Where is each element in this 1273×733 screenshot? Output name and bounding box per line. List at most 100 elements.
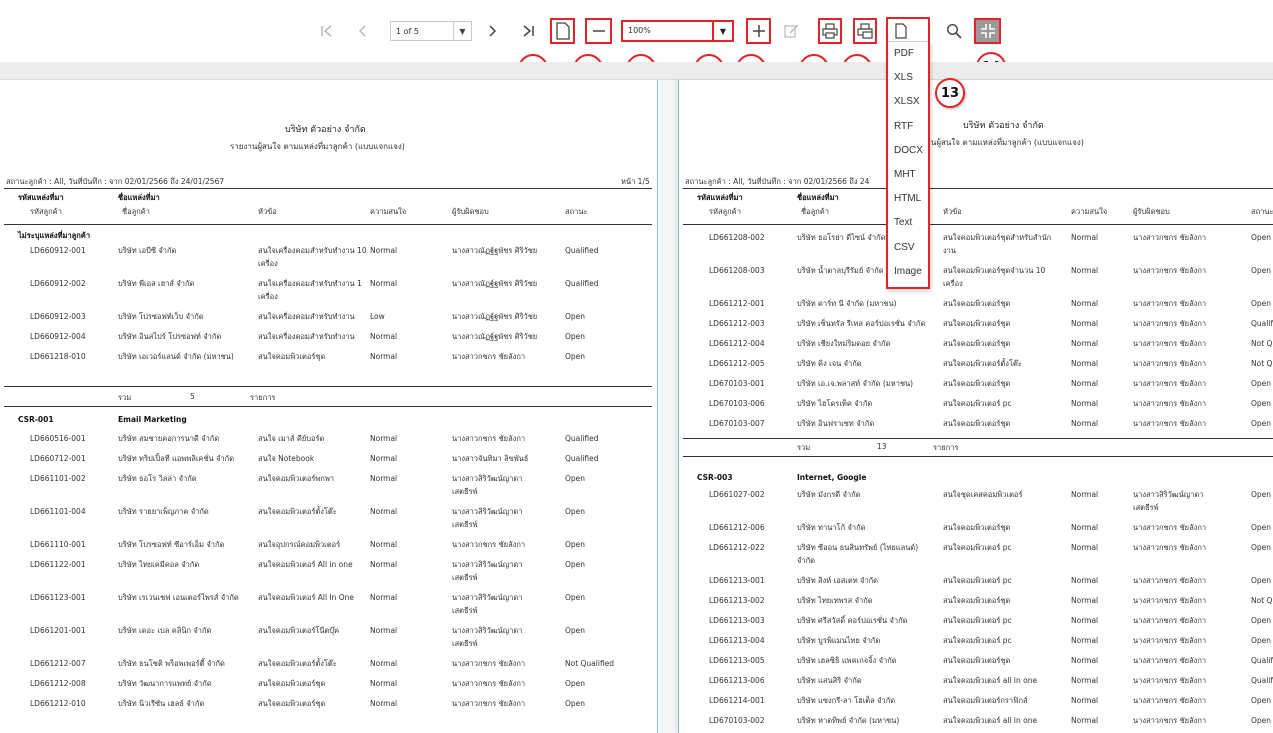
- cell-topic: สนใจคอมพิวเตอร์ชุด: [943, 419, 1011, 428]
- cell-topic: สนใจคอมพิวเตอร์ชุด: [943, 339, 1011, 348]
- fullscreen-exit-icon[interactable]: [974, 18, 1001, 44]
- chevron-down-icon[interactable]: ▼: [453, 22, 471, 40]
- previous-page-icon[interactable]: [354, 22, 372, 40]
- cell-customer-code: LD661212-004: [709, 339, 765, 348]
- cell-topic: สนใจคอมพิวเตอร์ชุดสำหรับสำนัก: [943, 233, 1052, 242]
- cell-interest: Normal: [1071, 319, 1099, 328]
- cell-customer-name: บริษัท มังกรดี จำกัด: [797, 490, 861, 499]
- next-page-icon[interactable]: [483, 22, 501, 40]
- cell-status: Qualif: [1251, 676, 1273, 685]
- export-menu-item[interactable]: XLS: [894, 72, 913, 83]
- divider: [683, 456, 1273, 457]
- cell-customer-code: LD661212-003: [709, 319, 765, 328]
- cell-customer-name: บริษัท แสนสิริ จำกัด: [797, 676, 862, 685]
- cell-owner: นางสาวสิริวัฒน์ญาดา: [1133, 490, 1204, 499]
- cell-topic: สนใจคอมพิวเตอร์ all in one: [943, 676, 1038, 685]
- cell-customer-code: LD661213-001: [709, 576, 765, 585]
- cell-customer-code: LD661208-003: [709, 266, 765, 275]
- page-select[interactable]: 1 of 5 ▼: [390, 21, 472, 41]
- cell-status: Not Q: [1251, 359, 1273, 368]
- cell-topic: สนใจคอมพิวเตอร์ pc: [943, 576, 1012, 585]
- table-row: LD661213-005 บริษัท เฮลซิธิ แพคเกจจิ้ง จำ…: [679, 654, 1273, 674]
- last-page-icon[interactable]: [519, 22, 537, 40]
- cell-customer-code: LD661101-004: [30, 507, 86, 516]
- cell-customer-name: บริษัท เอเวอร์แลนด์ จำกัด (มหาชน): [118, 352, 234, 361]
- print-page-icon[interactable]: [853, 18, 877, 44]
- export-menu-item[interactable]: MHT: [894, 169, 916, 180]
- cell-status: Qualif: [1251, 319, 1273, 328]
- table-row: LD661213-004 บริษัท บูรพิแมนไทย จำกัด สนใจ…: [679, 634, 1273, 654]
- cell-owner-cont: เสตธีรพ์: [452, 487, 478, 496]
- cell-owner: นางสาวกชกร ชัยลังกา: [1133, 716, 1207, 725]
- cell-interest: Normal: [1071, 299, 1099, 308]
- cell-customer-code: LD660912-001: [30, 246, 86, 255]
- table-row: LD661123-001 บริษัท เรเวนเชฟ เอนเตอร์ไพรส…: [0, 591, 657, 624]
- export-menu-item[interactable]: Image: [894, 266, 922, 277]
- cell-status: Open: [1251, 419, 1272, 428]
- cell-topic: สนใจคอมพิวเตอร์ชุด: [943, 596, 1011, 605]
- table-row: LD670103-006 บริษัท ไฮโดรเท็ค จำกัด สนใจคอ…: [679, 397, 1273, 417]
- single-page-view-icon[interactable]: [550, 18, 575, 44]
- cell-owner: นางสาวกชกร ชัยลังกา: [1133, 233, 1207, 242]
- cell-customer-name: บริษัท อินสไปร์ โปรซอฟท์ จำกัด: [118, 332, 222, 341]
- col-customer-name: ชื่อลูกค้า: [122, 207, 150, 216]
- cell-interest: Normal: [370, 279, 398, 288]
- col-source-name: ชื่อแหล่งที่มา: [797, 193, 839, 202]
- cell-interest: Normal: [1071, 616, 1099, 625]
- cell-topic: สนใจคอมพิวเตอร์ชุด: [943, 299, 1011, 308]
- export-menu-item[interactable]: HTML: [894, 193, 921, 204]
- cell-customer-code: LD661208-002: [709, 233, 765, 242]
- cell-status: Open: [565, 699, 586, 708]
- cell-customer-name: บริษัท แซงกรี-ลา โฮเต็ล จำกัด: [797, 696, 896, 705]
- cell-customer-name: บริษัท หาดทิพย์ จำกัด (มหาชน): [797, 716, 900, 725]
- cell-status: Open: [1251, 543, 1272, 552]
- export-menu-item[interactable]: CSV: [894, 242, 915, 253]
- cell-topic: สนใจเครื่องคอมสำหรับทำงาน 1: [258, 279, 362, 288]
- cell-topic: สนใจเครื่องคอมสำหรับทำงาน: [258, 332, 355, 341]
- cell-status: Open: [565, 626, 586, 635]
- search-icon[interactable]: [943, 20, 965, 42]
- export-menu-item[interactable]: RTF: [894, 121, 913, 132]
- zoom-dropdown-chevron-icon[interactable]: ▼: [712, 20, 734, 42]
- group-total-value: 5: [190, 392, 195, 401]
- cell-interest: Normal: [1071, 656, 1099, 665]
- edit-icon[interactable]: [781, 20, 803, 42]
- cell-status: Open: [1251, 616, 1272, 625]
- cell-interest: Normal: [1071, 399, 1099, 408]
- cell-status: Open: [1251, 233, 1272, 242]
- zoom-out-icon[interactable]: [585, 18, 612, 44]
- callout-badge: 13: [935, 78, 965, 108]
- cell-interest: Normal: [1071, 523, 1099, 532]
- cell-status: Open: [1251, 379, 1272, 388]
- zoom-in-icon[interactable]: [746, 18, 771, 44]
- export-menu-item[interactable]: PDF: [894, 48, 914, 59]
- cell-status: Open: [1251, 716, 1272, 725]
- cell-status: Not Q: [1251, 596, 1273, 605]
- cell-customer-name: บริษัท ธอโรย่า ดีไซน์ จำกัด (ม: [797, 233, 896, 242]
- print-icon[interactable]: [818, 18, 842, 44]
- report-page-1: บริษัท ตัวอย่าง จำกัด รายงานผู้สนใจ ตามแ…: [0, 80, 658, 733]
- cell-status: Qualified: [565, 434, 599, 443]
- table-row: LD661110-001 บริษัท โปรซอฟท์ ซีอาร์เอ็ม จ…: [0, 538, 657, 558]
- cell-status: Not Qualified: [565, 659, 615, 668]
- cell-topic: สนใจเครื่องคอมสำหรับทำงาน: [258, 312, 355, 321]
- cell-interest: Normal: [1071, 359, 1099, 368]
- first-page-icon[interactable]: [318, 22, 336, 40]
- export-menu-item[interactable]: Text: [894, 217, 912, 228]
- col-status: สถานะ: [565, 207, 588, 216]
- cell-interest: Normal: [370, 332, 398, 341]
- cell-customer-name: บริษัท รายยาเพ็ญภาค จำกัด: [118, 507, 209, 516]
- cell-interest: Normal: [1071, 339, 1099, 348]
- cell-topic: สนใจคอมพิวเตอร์ชุด: [943, 523, 1011, 532]
- table-row: LD661212-006 บริษัท ทานาโก้ จำกัด สนใจคอมพ…: [679, 521, 1273, 541]
- export-menu-item[interactable]: XLSX: [894, 96, 920, 107]
- cell-owner: นางสาวกชกร ชัยลังกา: [452, 540, 526, 549]
- cell-interest: Normal: [1071, 490, 1099, 499]
- col-owner: ผู้รับผิดชอบ: [1133, 207, 1170, 216]
- export-icon[interactable]: [890, 20, 912, 42]
- table-row: LD661213-002 บริษัท ไทยเทพรส จำกัด สนใจคอม…: [679, 594, 1273, 614]
- report-filter: สถานะลูกค้า : All, วันที่บันทึก : จาก 02…: [685, 177, 870, 186]
- cell-customer-code: LD661110-001: [30, 540, 86, 549]
- export-menu-item[interactable]: DOCX: [894, 145, 923, 156]
- cell-interest: Normal: [370, 593, 398, 602]
